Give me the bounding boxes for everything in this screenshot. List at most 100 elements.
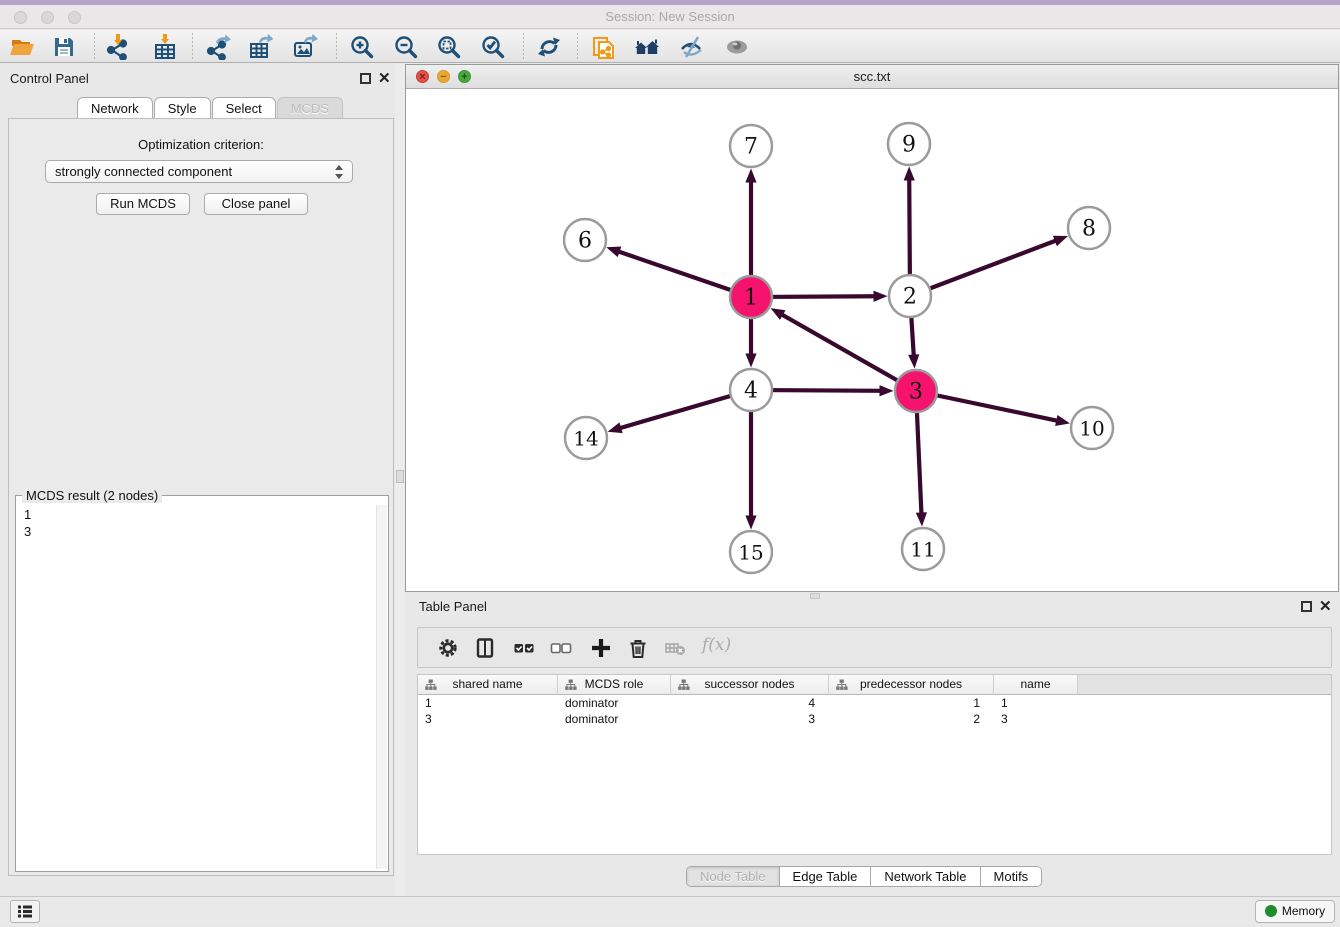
graph-edge-arrowhead bbox=[1053, 236, 1068, 246]
toolbar-separator bbox=[192, 33, 193, 60]
memory-button[interactable]: Memory bbox=[1255, 900, 1335, 923]
zoom-out-icon[interactable] bbox=[393, 34, 419, 60]
table-toolbar: f(x) bbox=[417, 627, 1332, 668]
column-header-shared-name[interactable]: shared name bbox=[418, 675, 558, 695]
show-columns-icon[interactable] bbox=[474, 637, 496, 659]
status-bar: Memory bbox=[0, 896, 1340, 926]
cell-name[interactable]: 1 bbox=[994, 695, 1078, 711]
table-row[interactable]: 1dominator411 bbox=[418, 695, 1331, 711]
node-table-body: 1dominator4113dominator323 bbox=[418, 695, 1331, 727]
tab-network[interactable]: Network bbox=[77, 97, 153, 119]
import-table-icon[interactable] bbox=[152, 34, 178, 60]
refresh-layout-icon[interactable] bbox=[536, 34, 562, 60]
new-network-from-selection-icon[interactable] bbox=[592, 34, 618, 60]
column-header-label: successor nodes bbox=[704, 677, 794, 691]
graph-node-label-11: 11 bbox=[910, 538, 935, 562]
graph-edge-3-1[interactable] bbox=[781, 314, 916, 391]
tab-mcds[interactable]: MCDS bbox=[277, 97, 343, 119]
save-session-icon[interactable] bbox=[51, 34, 77, 60]
graph-edge-arrowhead bbox=[608, 422, 623, 433]
toolbar-separator bbox=[336, 33, 337, 60]
application-window: Session: New Session bbox=[0, 0, 1340, 926]
hide-selected-icon[interactable] bbox=[679, 34, 705, 60]
apply-function-icon: f(x) bbox=[702, 635, 731, 655]
table-panel-close-icon[interactable]: ✕ bbox=[1319, 601, 1332, 612]
export-image-icon[interactable] bbox=[292, 34, 318, 60]
export-table-icon[interactable] bbox=[248, 34, 274, 60]
cell-mcds-role[interactable]: dominator bbox=[558, 695, 671, 711]
graph-node-label-7: 7 bbox=[744, 135, 758, 160]
table-options-icon[interactable] bbox=[437, 637, 459, 659]
add-row-icon[interactable] bbox=[590, 637, 612, 659]
close-panel-button[interactable]: Close panel bbox=[204, 193, 308, 215]
optimization-criterion-select[interactable]: strongly connected component bbox=[45, 160, 353, 183]
graph-node-label-8: 8 bbox=[1082, 217, 1096, 242]
run-mcds-button[interactable]: Run MCDS bbox=[96, 193, 190, 215]
column-header-mcds-role[interactable]: MCDS role bbox=[558, 675, 671, 695]
show-all-icon bbox=[724, 34, 750, 60]
toolbar-separator bbox=[523, 33, 524, 60]
tab-node-table[interactable]: Node Table bbox=[687, 867, 780, 886]
tab-network-table[interactable]: Network Table bbox=[871, 867, 980, 886]
mcds-result-group: MCDS result (2 nodes) 13 bbox=[15, 495, 389, 872]
cell-predecessor-nodes[interactable]: 1 bbox=[829, 695, 994, 711]
graph-node-label-10: 10 bbox=[1079, 417, 1104, 441]
window-title: Session: New Session bbox=[0, 9, 1340, 24]
network-view-frame: × − + scc.txt 7968124314101511 bbox=[405, 64, 1339, 592]
column-header-predecessor-nodes[interactable]: predecessor nodes bbox=[829, 675, 994, 695]
first-neighbors-icon[interactable] bbox=[634, 34, 660, 60]
import-network-icon[interactable] bbox=[105, 34, 131, 60]
mcds-result-list: 13 bbox=[24, 506, 31, 540]
optimization-criterion-label: Optimization criterion: bbox=[9, 137, 393, 152]
cell-successor-nodes[interactable]: 4 bbox=[671, 695, 829, 711]
graph-edge-arrowhead bbox=[904, 166, 915, 180]
mcds-result-value: 3 bbox=[24, 523, 31, 540]
control-panel-close-icon[interactable]: ✕ bbox=[378, 73, 391, 84]
tab-select[interactable]: Select bbox=[212, 97, 276, 119]
graph-edge-arrowhead bbox=[745, 516, 756, 530]
cell-shared-name[interactable]: 3 bbox=[418, 711, 558, 727]
vertical-splitter-handle[interactable] bbox=[396, 470, 404, 483]
cell-predecessor-nodes[interactable]: 2 bbox=[829, 711, 994, 727]
control-panel-tabs: NetworkStyleSelectMCDS bbox=[77, 97, 344, 119]
export-network-icon[interactable] bbox=[205, 34, 231, 60]
graph-node-label-1: 1 bbox=[744, 286, 758, 311]
network-canvas[interactable]: 7968124314101511 bbox=[406, 89, 1338, 591]
graph-node-label-6: 6 bbox=[578, 229, 592, 254]
mcds-result-title: MCDS result (2 nodes) bbox=[22, 488, 162, 503]
memory-status-icon bbox=[1265, 905, 1277, 917]
graph-edge-arrowhead bbox=[771, 308, 786, 320]
zoom-fit-icon[interactable] bbox=[436, 34, 462, 60]
cell-shared-name[interactable]: 1 bbox=[418, 695, 558, 711]
window-titlebar: Session: New Session bbox=[0, 5, 1340, 29]
cell-mcds-role[interactable]: dominator bbox=[558, 711, 671, 727]
cell-successor-nodes[interactable]: 3 bbox=[671, 711, 829, 727]
zoom-in-icon[interactable] bbox=[349, 34, 375, 60]
task-history-button[interactable] bbox=[10, 900, 40, 923]
network-view-titlebar[interactable]: × − + scc.txt bbox=[406, 65, 1338, 89]
tab-style[interactable]: Style bbox=[154, 97, 211, 119]
graph-edge-2-8[interactable] bbox=[910, 240, 1057, 296]
column-header-successor-nodes[interactable]: successor nodes bbox=[671, 675, 829, 695]
graph-node-label-15: 15 bbox=[738, 541, 763, 565]
tab-motifs[interactable]: Motifs bbox=[981, 867, 1042, 886]
zoom-selected-icon[interactable] bbox=[480, 34, 506, 60]
table-row[interactable]: 3dominator323 bbox=[418, 711, 1331, 727]
horizontal-splitter-handle[interactable] bbox=[810, 593, 820, 599]
delete-column-icon bbox=[664, 637, 686, 659]
control-panel-float-icon[interactable] bbox=[360, 73, 371, 84]
toolbar-separator bbox=[577, 33, 578, 60]
select-all-rows-icon[interactable] bbox=[513, 637, 535, 659]
graph-node-label-2: 2 bbox=[903, 285, 917, 310]
cell-name[interactable]: 3 bbox=[994, 711, 1078, 727]
column-header-name[interactable]: name bbox=[994, 675, 1078, 695]
open-session-icon[interactable] bbox=[9, 34, 35, 60]
tab-edge-table[interactable]: Edge Table bbox=[780, 867, 872, 886]
delete-rows-icon[interactable] bbox=[627, 637, 649, 659]
clear-selection-icon[interactable] bbox=[550, 637, 572, 659]
table-panel-float-icon[interactable] bbox=[1301, 601, 1312, 612]
result-scrollbar[interactable] bbox=[376, 505, 387, 869]
graph-node-label-4: 4 bbox=[744, 379, 758, 404]
graph-node-label-14: 14 bbox=[573, 427, 598, 451]
control-panel-title: Control Panel bbox=[10, 71, 89, 86]
